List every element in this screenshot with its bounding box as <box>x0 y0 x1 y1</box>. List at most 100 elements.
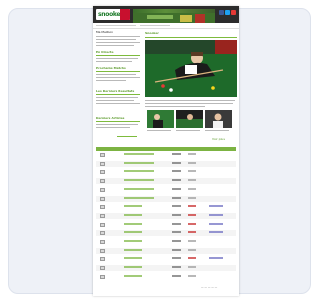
row-date <box>172 257 181 260</box>
row-channel <box>188 231 196 234</box>
tv-icon <box>100 257 105 262</box>
article-thumb[interactable] <box>205 110 232 128</box>
row-date <box>172 240 181 242</box>
row-date <box>172 213 181 216</box>
tv-icon <box>100 266 105 271</box>
row-channel <box>188 257 196 260</box>
row-channel <box>188 274 196 277</box>
facebook-icon[interactable] <box>219 10 224 15</box>
table-row[interactable] <box>96 187 236 193</box>
row-event-name[interactable] <box>124 153 154 155</box>
table-row[interactable] <box>96 152 236 158</box>
row-live-link[interactable] <box>209 222 223 225</box>
tv-icon <box>100 187 105 192</box>
row-channel <box>188 205 196 208</box>
left-label-results[interactable]: Les Derniers Resultats <box>96 90 134 93</box>
twitter-icon[interactable] <box>225 10 230 15</box>
row-event-name[interactable] <box>124 196 154 199</box>
table-row[interactable] <box>96 274 236 280</box>
table-row[interactable] <box>96 212 236 219</box>
row-channel <box>188 248 196 251</box>
row-date <box>172 205 181 208</box>
website-page: snooker Ma Mailbox En Directe Prochains … <box>93 6 239 296</box>
site-header: snooker <box>93 6 239 24</box>
row-channel <box>188 187 196 190</box>
row-event-name[interactable] <box>124 248 142 251</box>
rss-icon[interactable] <box>231 10 236 15</box>
footer-link[interactable]: — — — — — <box>201 286 217 289</box>
row-event-name[interactable] <box>124 161 154 164</box>
table-row[interactable] <box>96 247 236 254</box>
tv-icon <box>100 274 105 279</box>
row-date <box>172 231 181 234</box>
hero-image[interactable] <box>145 40 237 97</box>
tv-icon <box>100 205 105 210</box>
row-event-name[interactable] <box>124 170 154 173</box>
table-row[interactable] <box>96 204 236 210</box>
row-event-name[interactable] <box>124 205 142 208</box>
table-row[interactable] <box>96 230 236 237</box>
left-label-articles[interactable]: Derniers Articles <box>96 117 124 120</box>
row-channel <box>188 161 196 164</box>
tv-icon <box>100 248 105 253</box>
table-row[interactable] <box>96 256 236 262</box>
tv-icon <box>100 153 105 157</box>
row-live-link[interactable] <box>209 205 223 208</box>
hero-art <box>145 40 237 97</box>
article-thumb[interactable] <box>147 110 174 128</box>
row-live-link[interactable] <box>209 231 223 234</box>
row-event-name[interactable] <box>124 213 142 216</box>
row-date <box>172 187 181 190</box>
row-event-name[interactable] <box>124 231 142 234</box>
table-row[interactable] <box>96 195 236 202</box>
table-row[interactable] <box>96 222 236 228</box>
table-header-bar <box>96 147 236 151</box>
row-date <box>172 266 181 269</box>
row-event-name[interactable] <box>124 266 142 269</box>
row-event-name[interactable] <box>124 179 154 182</box>
row-event-name[interactable] <box>124 222 142 225</box>
site-logo[interactable]: snooker <box>96 9 130 20</box>
row-live-link[interactable] <box>209 257 223 260</box>
header-banner[interactable] <box>133 9 215 24</box>
row-event-name[interactable] <box>124 187 154 190</box>
row-live-link[interactable] <box>209 213 223 216</box>
main-nav <box>93 23 239 29</box>
row-event-name[interactable] <box>124 240 142 242</box>
row-event-name[interactable] <box>124 257 142 260</box>
left-section-title[interactable]: Ma Mailbox <box>96 31 113 34</box>
row-channel <box>188 196 196 199</box>
row-channel <box>188 240 196 242</box>
tv-icon <box>100 240 105 244</box>
logo-red-block <box>120 9 130 20</box>
row-date <box>172 179 181 182</box>
tv-icon <box>100 213 105 218</box>
table-row[interactable] <box>96 169 236 175</box>
table-row[interactable] <box>96 178 236 185</box>
row-channel <box>188 213 196 216</box>
see-more-link[interactable]: Voir plus <box>212 138 225 141</box>
row-date <box>172 248 181 251</box>
tv-icon <box>100 161 105 166</box>
table-row[interactable] <box>96 239 236 245</box>
tv-icon <box>100 179 105 184</box>
tv-icon <box>100 170 105 175</box>
row-channel <box>188 266 196 269</box>
article-thumb[interactable] <box>176 110 203 128</box>
table-row[interactable] <box>96 265 236 272</box>
tv-icon <box>100 222 105 227</box>
row-event-name[interactable] <box>124 274 142 277</box>
row-date <box>172 274 181 277</box>
row-channel <box>188 222 196 225</box>
tv-icon <box>100 231 105 236</box>
row-date <box>172 196 181 199</box>
left-label-live[interactable]: En Directe <box>96 51 114 54</box>
left-label-upcoming[interactable]: Prochains Matchs <box>96 67 126 70</box>
row-channel <box>188 153 196 155</box>
hero-title[interactable]: Snooker <box>145 32 159 35</box>
table-row[interactable] <box>96 160 236 167</box>
row-date <box>172 222 181 225</box>
tv-icon <box>100 196 105 201</box>
row-channel <box>188 179 196 182</box>
row-date <box>172 170 181 173</box>
